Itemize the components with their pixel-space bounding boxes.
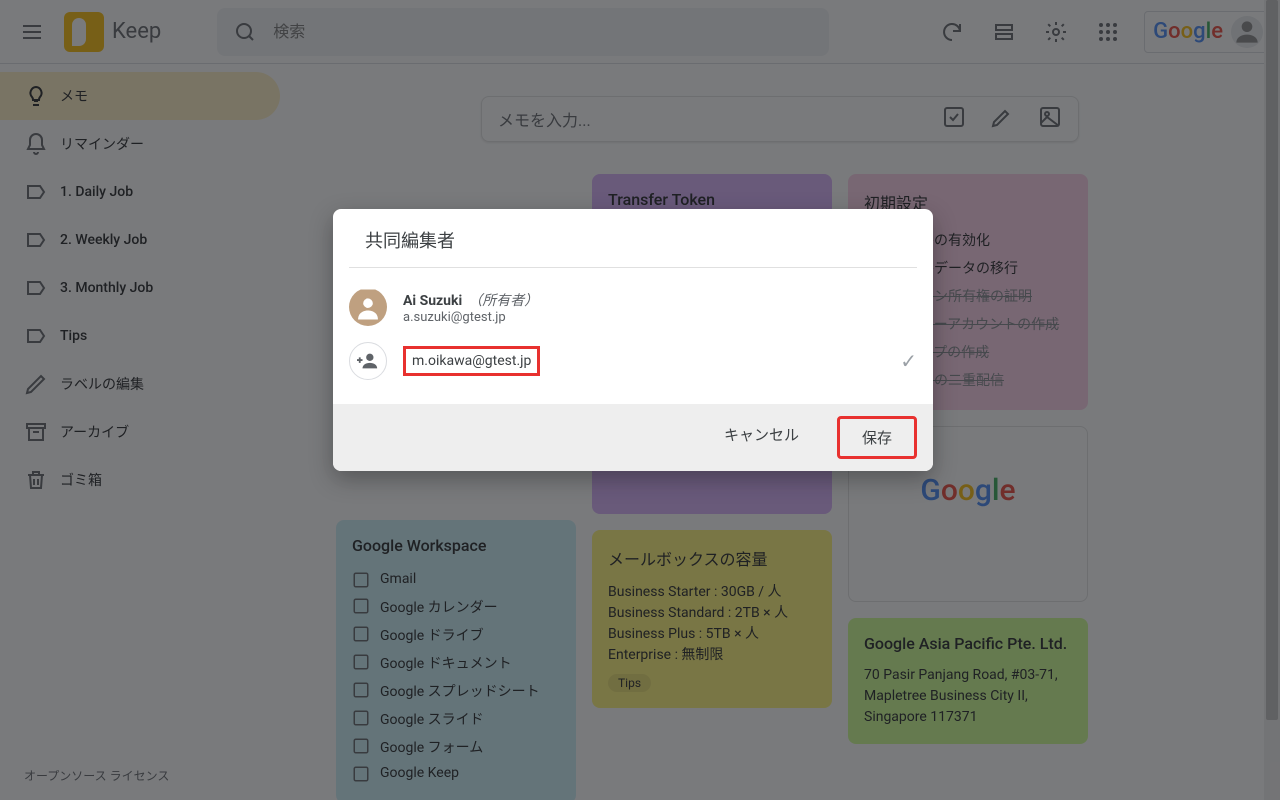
owner-avatar [349,288,387,326]
collaborator-email-input[interactable]: m.oikawa@gtest.jp [403,346,540,376]
owner-tag: （所有者） [468,293,538,309]
collaborators-dialog: 共同編集者 Ai Suzuki （所有者） a.suzuki@gtest.jp m… [333,209,933,471]
dialog-title: 共同編集者 [349,209,917,268]
save-button[interactable]: 保存 [837,416,917,459]
owner-row: Ai Suzuki （所有者） a.suzuki@gtest.jp [349,280,917,334]
dialog-footer: キャンセル 保存 [333,404,933,471]
owner-email: a.suzuki@gtest.jp [403,310,917,325]
confirm-check-icon[interactable]: ✓ [900,349,917,373]
add-collaborator-row: m.oikawa@gtest.jp ✓ [349,334,917,388]
cancel-button[interactable]: キャンセル [702,416,821,459]
owner-name: Ai Suzuki [403,293,462,309]
add-person-icon [349,342,387,380]
